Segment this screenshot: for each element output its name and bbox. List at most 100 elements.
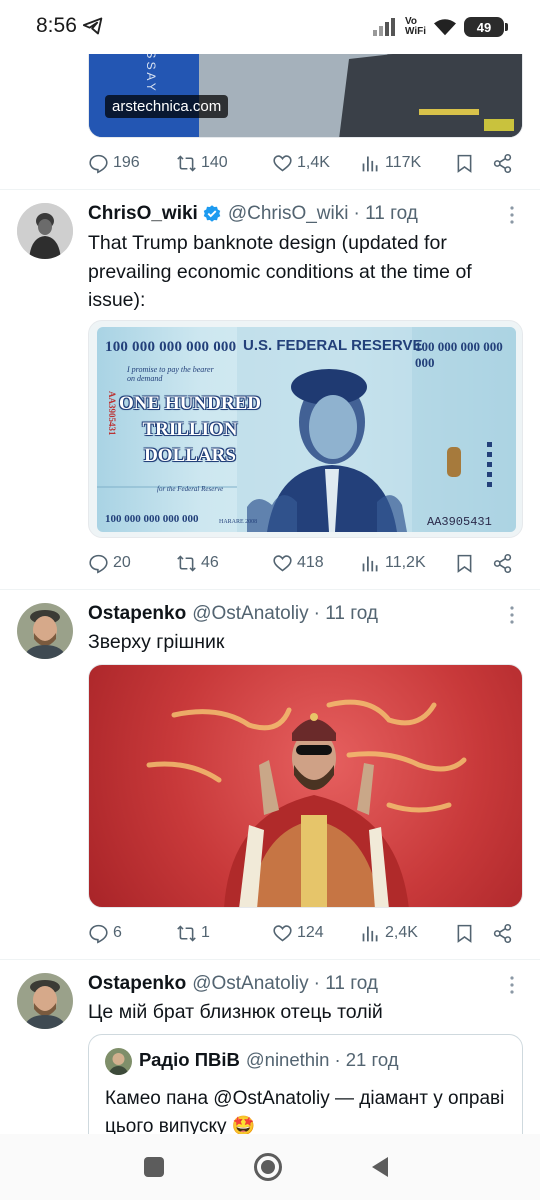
home-button[interactable] <box>254 1153 282 1181</box>
heart-icon <box>273 924 292 941</box>
banknote-image: 100 000 000 000 000 U.S. FEDERAL RESERVE… <box>97 327 516 532</box>
retweet-icon <box>177 154 196 172</box>
author-handle[interactable]: @ChrisO_wiki <box>228 203 349 225</box>
retweet-button[interactable]: 140 <box>176 153 228 174</box>
retweet-icon <box>177 554 196 572</box>
avatar[interactable] <box>17 973 73 1029</box>
verified-badge-icon <box>203 205 221 222</box>
author-handle[interactable]: @OstAnatoliy <box>192 973 308 995</box>
author-name[interactable]: Ostapenko <box>88 973 186 995</box>
share-icon <box>493 553 512 573</box>
tweet-divider <box>0 189 540 190</box>
more-options-icon[interactable] <box>503 975 521 995</box>
tweet-time[interactable]: · 11 год <box>353 203 417 225</box>
reply-icon <box>89 924 108 944</box>
tweet-1-actions: 196 140 1,4K 117K <box>88 148 523 178</box>
banknote-amount-words: ONE HUNDRED TRILLION DOLLARS <box>119 393 261 466</box>
wifi-icon <box>434 19 456 36</box>
reply-icon <box>89 154 108 174</box>
status-time: 8:56 <box>36 14 77 37</box>
heart-icon <box>273 554 292 571</box>
back-button[interactable] <box>370 1156 390 1178</box>
battery-indicator: 49 <box>464 17 508 37</box>
bookmark-button[interactable] <box>454 153 475 174</box>
share-icon <box>493 923 512 943</box>
tweet-text: That Trump banknote design (updated for … <box>88 232 472 311</box>
tweet-time[interactable]: · 11 год <box>314 973 378 995</box>
tweet-header: Ostapenko @OstAnatoliy · 11 год <box>88 601 378 627</box>
avatar-photo <box>17 603 73 659</box>
retweet-button[interactable]: 1 <box>176 923 210 944</box>
views-button[interactable]: 117K <box>360 153 421 174</box>
bookmark-icon <box>457 924 472 943</box>
avatar[interactable] <box>17 203 73 259</box>
reply-button[interactable]: 196 <box>88 153 140 174</box>
quoted-avatar <box>105 1048 132 1075</box>
status-bar: 8:56 Vo WiFi 49 <box>0 0 540 54</box>
banknote-value-bottom: 100 000 000 000 000 <box>105 513 199 525</box>
quoted-avatar-photo <box>105 1048 132 1075</box>
more-options-icon[interactable] <box>503 205 521 225</box>
heart-icon <box>273 154 292 171</box>
reply-button[interactable]: 6 <box>88 923 122 944</box>
banknote-serial: AA3905431 <box>427 515 492 529</box>
like-button[interactable]: 418 <box>272 553 324 574</box>
avatar-photo <box>17 203 73 259</box>
reply-button[interactable]: 20 <box>88 553 131 574</box>
banknote-city: HARARE 2008 <box>219 519 258 525</box>
views-icon <box>362 556 378 571</box>
vowifi-label: Vo WiFi <box>404 16 426 37</box>
telegram-icon <box>83 17 103 35</box>
tweet-2-image[interactable]: 100 000 000 000 000 U.S. FEDERAL RESERVE… <box>88 320 523 538</box>
more-options-icon[interactable] <box>503 605 521 625</box>
bookmark-icon <box>457 154 472 173</box>
author-name[interactable]: ChrisO_wiki <box>88 203 198 225</box>
banknote-value-top-right: 100 000 000 000 000 <box>415 339 503 370</box>
quoted-text: Камео пана @OstAnatoliy — діамант у опра… <box>105 1088 505 1137</box>
author-handle[interactable]: @OstAnatoliy <box>192 603 308 625</box>
tweet-divider <box>0 589 540 590</box>
like-button[interactable]: 1,4K <box>272 153 330 174</box>
share-icon <box>493 153 512 173</box>
bookmark-button[interactable] <box>454 923 475 944</box>
tweet-3-image[interactable] <box>88 664 523 908</box>
reply-icon <box>89 554 108 574</box>
bookmark-button[interactable] <box>454 553 475 574</box>
share-button[interactable] <box>492 923 513 944</box>
views-icon <box>362 156 378 171</box>
quoted-header: Радіо ПВіВ @ninethin · 21 год <box>139 1049 399 1071</box>
views-button[interactable]: 2,4K <box>360 923 418 944</box>
retweet-button[interactable]: 46 <box>176 553 219 574</box>
tweet-text: Це мій брат близнюк отець толій <box>88 1001 383 1023</box>
tweet-header: Ostapenko @OstAnatoliy · 11 год <box>88 971 378 997</box>
system-navigation-bar <box>0 1134 540 1200</box>
banknote-value-top: 100 000 000 000 000 <box>105 339 237 355</box>
like-button[interactable]: 124 <box>272 923 324 944</box>
avatar[interactable] <box>17 603 73 659</box>
status-icons: Vo WiFi 49 <box>372 12 508 42</box>
tweet-3-actions: 6 1 124 2,4K <box>88 918 523 948</box>
priest-photo <box>146 699 467 907</box>
tweet-time[interactable]: · 11 год <box>314 603 378 625</box>
views-icon <box>362 926 378 941</box>
share-button[interactable] <box>492 553 513 574</box>
author-name[interactable]: Ostapenko <box>88 603 186 625</box>
quoted-author-handle: @ninethin <box>245 1049 330 1070</box>
tweet-text: Зверху грішник <box>88 631 225 653</box>
signal-icon <box>372 18 395 36</box>
tweet-header: ChrisO_wiki @ChrisO_wiki · 11 год <box>88 201 418 227</box>
bookmark-icon <box>457 554 472 573</box>
banknote-bank-name: U.S. FEDERAL RESERVE <box>243 337 423 354</box>
tweet-divider <box>0 959 540 960</box>
quoted-time: · 21 год <box>334 1049 399 1070</box>
tweet-2-actions: 20 46 418 11,2K <box>88 548 523 578</box>
link-domain-badge: arstechnica.com <box>105 95 229 118</box>
recent-apps-button[interactable] <box>144 1157 164 1177</box>
quoted-author-name: Радіо ПВіВ <box>139 1049 240 1070</box>
banknote-for-text: for the Federal Reserve <box>157 485 224 493</box>
banknote-promise: I promise to pay the bearer on demand <box>127 365 214 383</box>
avatar-photo <box>17 973 73 1029</box>
share-button[interactable] <box>492 153 513 174</box>
retweet-icon <box>177 924 196 942</box>
views-button[interactable]: 11,2K <box>360 553 426 574</box>
